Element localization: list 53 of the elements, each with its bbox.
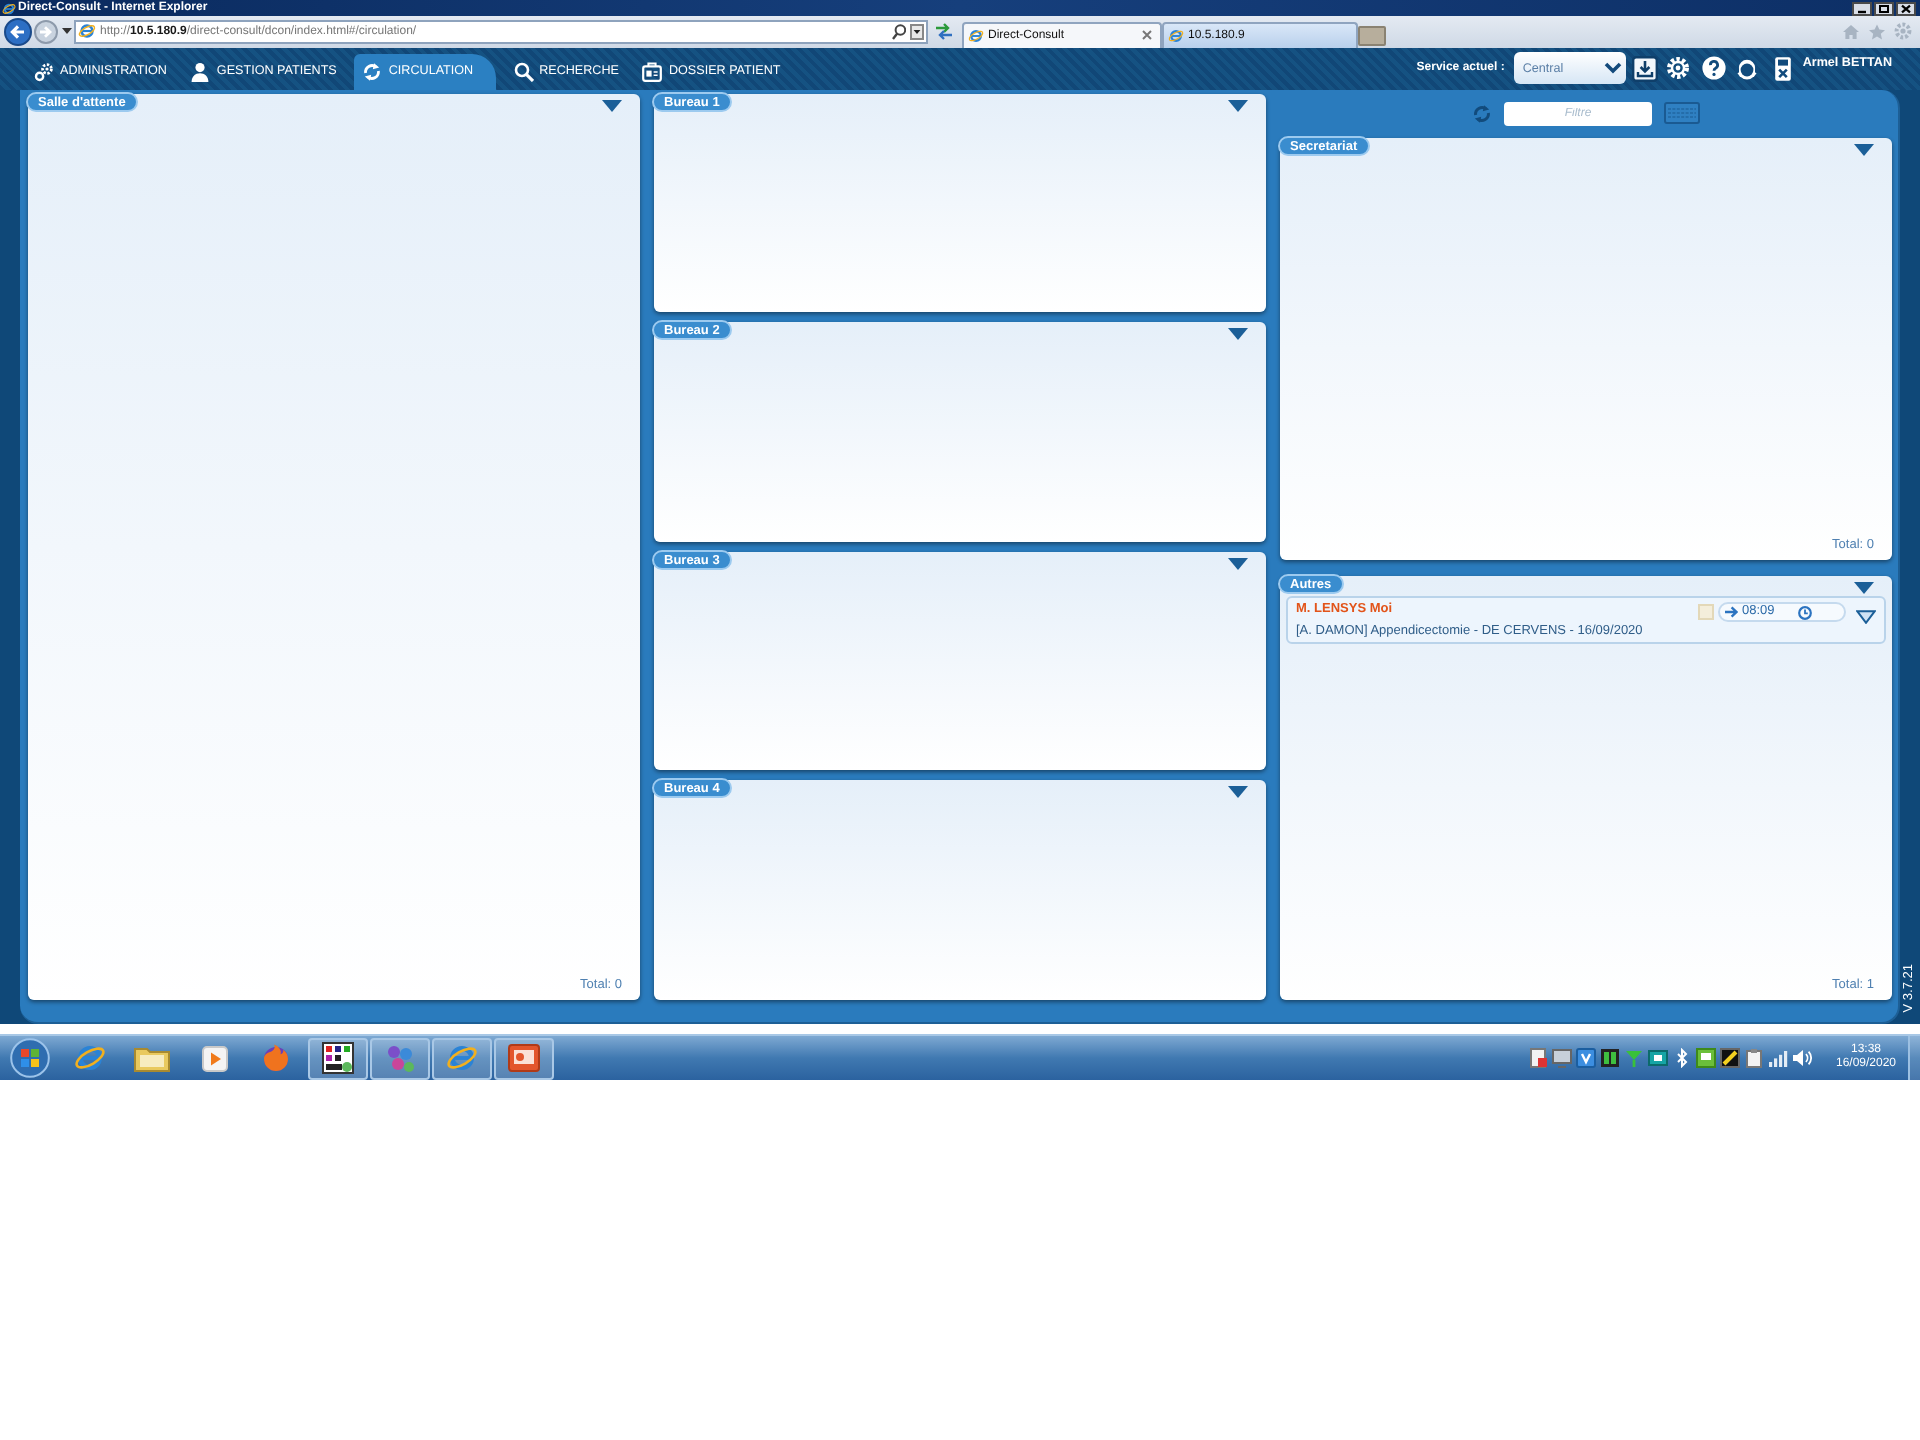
e-logo-icon	[968, 27, 984, 44]
start-orb-icon[interactable]	[10, 1038, 50, 1078]
speaker-icon[interactable]	[1792, 1048, 1812, 1068]
maximize-icon[interactable]	[1874, 1, 1894, 15]
id-card-icon	[642, 61, 663, 82]
chat-tile-icon[interactable]	[1696, 1048, 1716, 1068]
people-app-icon	[384, 1042, 416, 1074]
e-logo-icon	[446, 1042, 478, 1074]
new-tab-button[interactable]	[1358, 25, 1386, 46]
e-logo-icon	[74, 1042, 106, 1074]
search-icon[interactable]	[892, 23, 906, 40]
dropdown-icon[interactable]	[910, 23, 924, 40]
help-icon[interactable]	[1702, 56, 1727, 81]
monitor-icon[interactable]	[1552, 1048, 1572, 1068]
gears-icon	[34, 61, 54, 82]
close-icon[interactable]	[1896, 1, 1916, 15]
person-icon	[190, 61, 211, 82]
screen-icon[interactable]	[1600, 1048, 1620, 1068]
e-logo-icon	[78, 22, 96, 41]
app-grid-icon	[322, 1042, 354, 1074]
caret-down-icon[interactable]	[1228, 328, 1248, 341]
caret-down-icon[interactable]	[1854, 143, 1874, 156]
cycle-arrows-icon	[362, 61, 383, 82]
network-icon[interactable]	[1648, 1048, 1668, 1068]
star-icon[interactable]	[1868, 23, 1886, 40]
signal-bars-icon[interactable]	[1768, 1048, 1788, 1068]
download-icon[interactable]	[1632, 55, 1659, 82]
device-x-icon[interactable]	[1774, 55, 1793, 82]
chevron-down-icon	[1604, 62, 1623, 75]
caret-down-icon[interactable]	[602, 99, 622, 112]
caret-down-icon[interactable]	[62, 28, 72, 35]
arrows-icon[interactable]	[934, 22, 954, 41]
search-icon	[513, 61, 534, 82]
e-logo-icon	[1168, 27, 1184, 44]
caret-down-icon[interactable]	[1228, 99, 1248, 112]
headset-icon[interactable]	[1734, 56, 1761, 81]
app-tile-icon[interactable]	[1576, 1048, 1596, 1068]
e-logo-icon	[2, 1, 16, 15]
minimize-icon[interactable]	[1852, 1, 1872, 15]
folder-icon	[134, 1044, 170, 1072]
presentation-icon	[508, 1044, 540, 1072]
arrow-right-icon	[1724, 606, 1738, 619]
caret-down-icon[interactable]	[1228, 557, 1248, 570]
clock-icon[interactable]	[1798, 605, 1812, 620]
flame-globe-icon	[260, 1042, 292, 1074]
caret-down-icon[interactable]	[1228, 786, 1248, 799]
taskbar-button[interactable]	[308, 1037, 368, 1079]
image-tile-icon[interactable]	[1720, 1048, 1740, 1068]
play-icon	[201, 1045, 227, 1071]
note-square-icon	[1698, 604, 1714, 621]
bluetooth-icon[interactable]	[1672, 1048, 1692, 1068]
clipboard-icon[interactable]	[1744, 1048, 1764, 1068]
document-icon[interactable]	[1528, 1048, 1548, 1068]
